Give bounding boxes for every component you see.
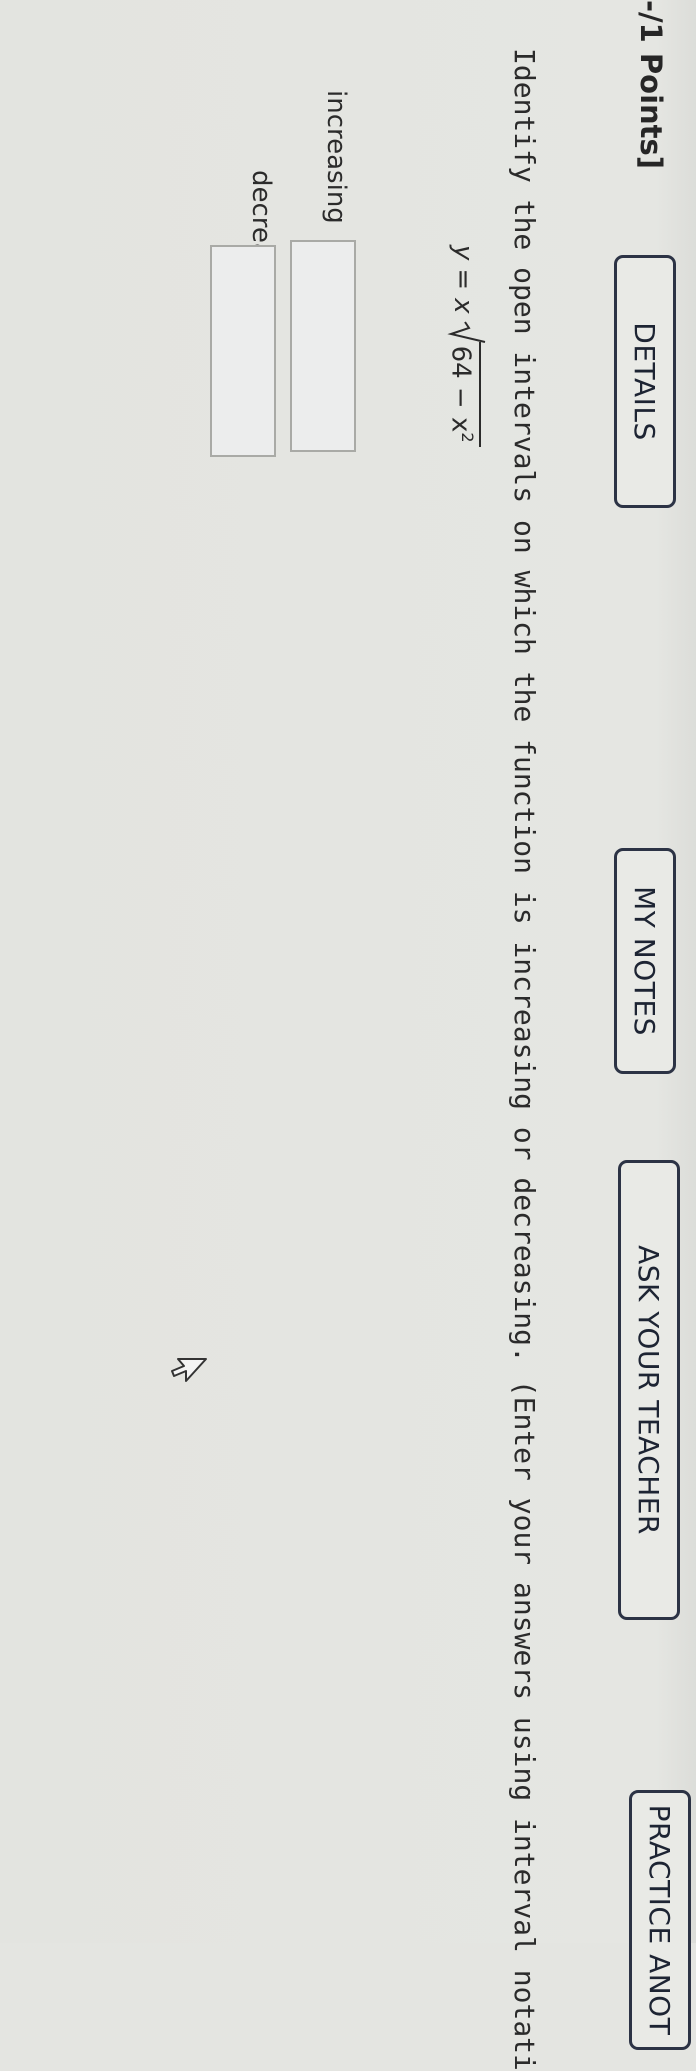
radicand: 64 − x2 bbox=[445, 341, 481, 447]
square-root: 64 − x2 bbox=[445, 321, 486, 447]
question-instruction: Identify the open intervals on which the… bbox=[508, 48, 541, 2071]
radicand-text: 64 − x bbox=[445, 345, 476, 433]
equation-factor: x bbox=[448, 298, 479, 314]
increasing-answer-input[interactable] bbox=[290, 240, 356, 452]
equation-lhs: y bbox=[448, 245, 479, 261]
increasing-label: increasing bbox=[321, 90, 351, 224]
details-button[interactable]: DETAILS bbox=[614, 255, 676, 508]
practice-another-button[interactable]: PRACTICE ANOT bbox=[629, 1790, 691, 2050]
points-label: -/1 Points] bbox=[634, 0, 668, 170]
equation-equals: = bbox=[448, 268, 479, 291]
function-equation: y = x 64 − x2 bbox=[445, 245, 486, 447]
decreasing-answer-input[interactable] bbox=[210, 245, 276, 457]
ask-teacher-button[interactable]: ASK YOUR TEACHER bbox=[618, 1160, 680, 1620]
my-notes-button[interactable]: MY NOTES bbox=[614, 848, 676, 1074]
radical-sign-icon bbox=[447, 321, 486, 343]
radicand-exponent: 2 bbox=[458, 432, 477, 443]
rotated-page-canvas: -/1 Points] DETAILS MY NOTES ASK YOUR TE… bbox=[0, 0, 696, 2071]
mouse-pointer-icon bbox=[171, 1358, 207, 1382]
